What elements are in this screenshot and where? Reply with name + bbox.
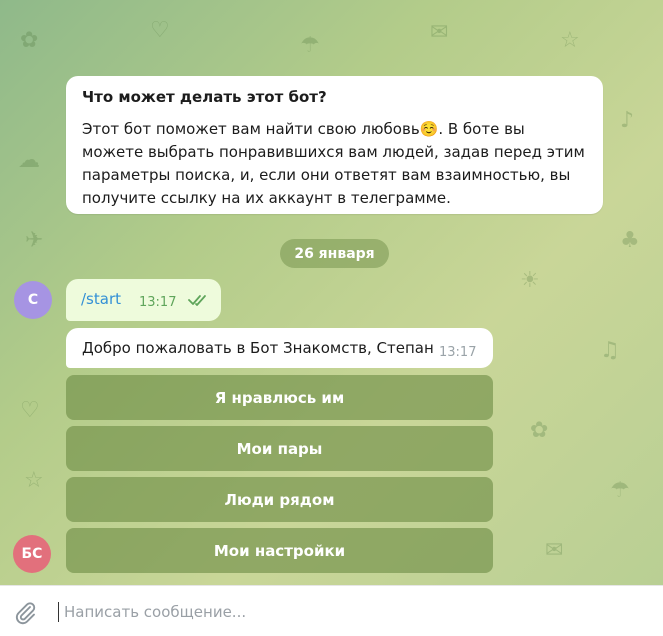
avatar[interactable]: С (14, 281, 52, 319)
start-command-link[interactable]: /start (81, 290, 121, 308)
message-time: 13:17 (439, 345, 477, 360)
wallpaper-doodle: ☁ (18, 148, 40, 173)
wallpaper-doodle: ♪ (620, 108, 635, 133)
wallpaper-doodle: ♫ (600, 338, 620, 363)
avatar[interactable]: БС (13, 535, 51, 573)
bot-description-title: Что может делать этот бот? (82, 88, 327, 106)
wallpaper-doodle: ☀ (520, 268, 540, 293)
date-separator[interactable]: 26 января (280, 239, 389, 268)
keyboard-button-my-settings[interactable]: Мои настройки (66, 528, 493, 573)
keyboard-button-people-nearby[interactable]: Люди рядом (66, 477, 493, 522)
keyboard-button-my-pairs[interactable]: Мои пары (66, 426, 493, 471)
wallpaper-doodle: ✉ (430, 20, 449, 45)
wallpaper-doodle: ✉ (545, 538, 564, 563)
wallpaper-doodle: ✿ (20, 28, 39, 53)
paperclip-icon[interactable] (12, 599, 38, 625)
wallpaper-doodle: ☆ (24, 468, 44, 493)
wallpaper-doodle: ✿ (530, 418, 549, 443)
outgoing-message[interactable]: /start 13:17 (66, 279, 221, 321)
wallpaper-doodle: ♡ (20, 398, 40, 423)
bot-description-text: Этот бот поможет вам найти свою любовь☺️… (82, 120, 585, 207)
bot-description-card: Что может делать этот бот? Этот бот помо… (66, 76, 603, 214)
text-caret (58, 602, 59, 622)
wallpaper-doodle: ♡ (150, 18, 170, 43)
double-check-icon (188, 295, 206, 306)
message-time: 13:17 (139, 295, 177, 310)
wallpaper-doodle: ✈ (25, 228, 44, 253)
message-composer (0, 585, 663, 636)
wallpaper-doodle: ☆ (560, 28, 580, 53)
keyboard-button-liked-me[interactable]: Я нравлюсь им (66, 375, 493, 420)
chat-area: ✿ ♡ ☂ ✉ ☆ ♪ ☁ ✈ ♣ ☀ ♫ ✿ ☂ ♡ ☆ ✉ Что може… (0, 0, 663, 585)
incoming-message[interactable]: Добро пожаловать в Бот Знакомств, Степан… (66, 328, 493, 368)
message-input[interactable] (62, 594, 646, 630)
wallpaper-doodle: ☂ (610, 478, 630, 503)
wallpaper-doodle: ☂ (300, 33, 320, 58)
message-text: Добро пожаловать в Бот Знакомств, Степан (82, 339, 434, 357)
wallpaper-doodle: ♣ (620, 228, 640, 253)
